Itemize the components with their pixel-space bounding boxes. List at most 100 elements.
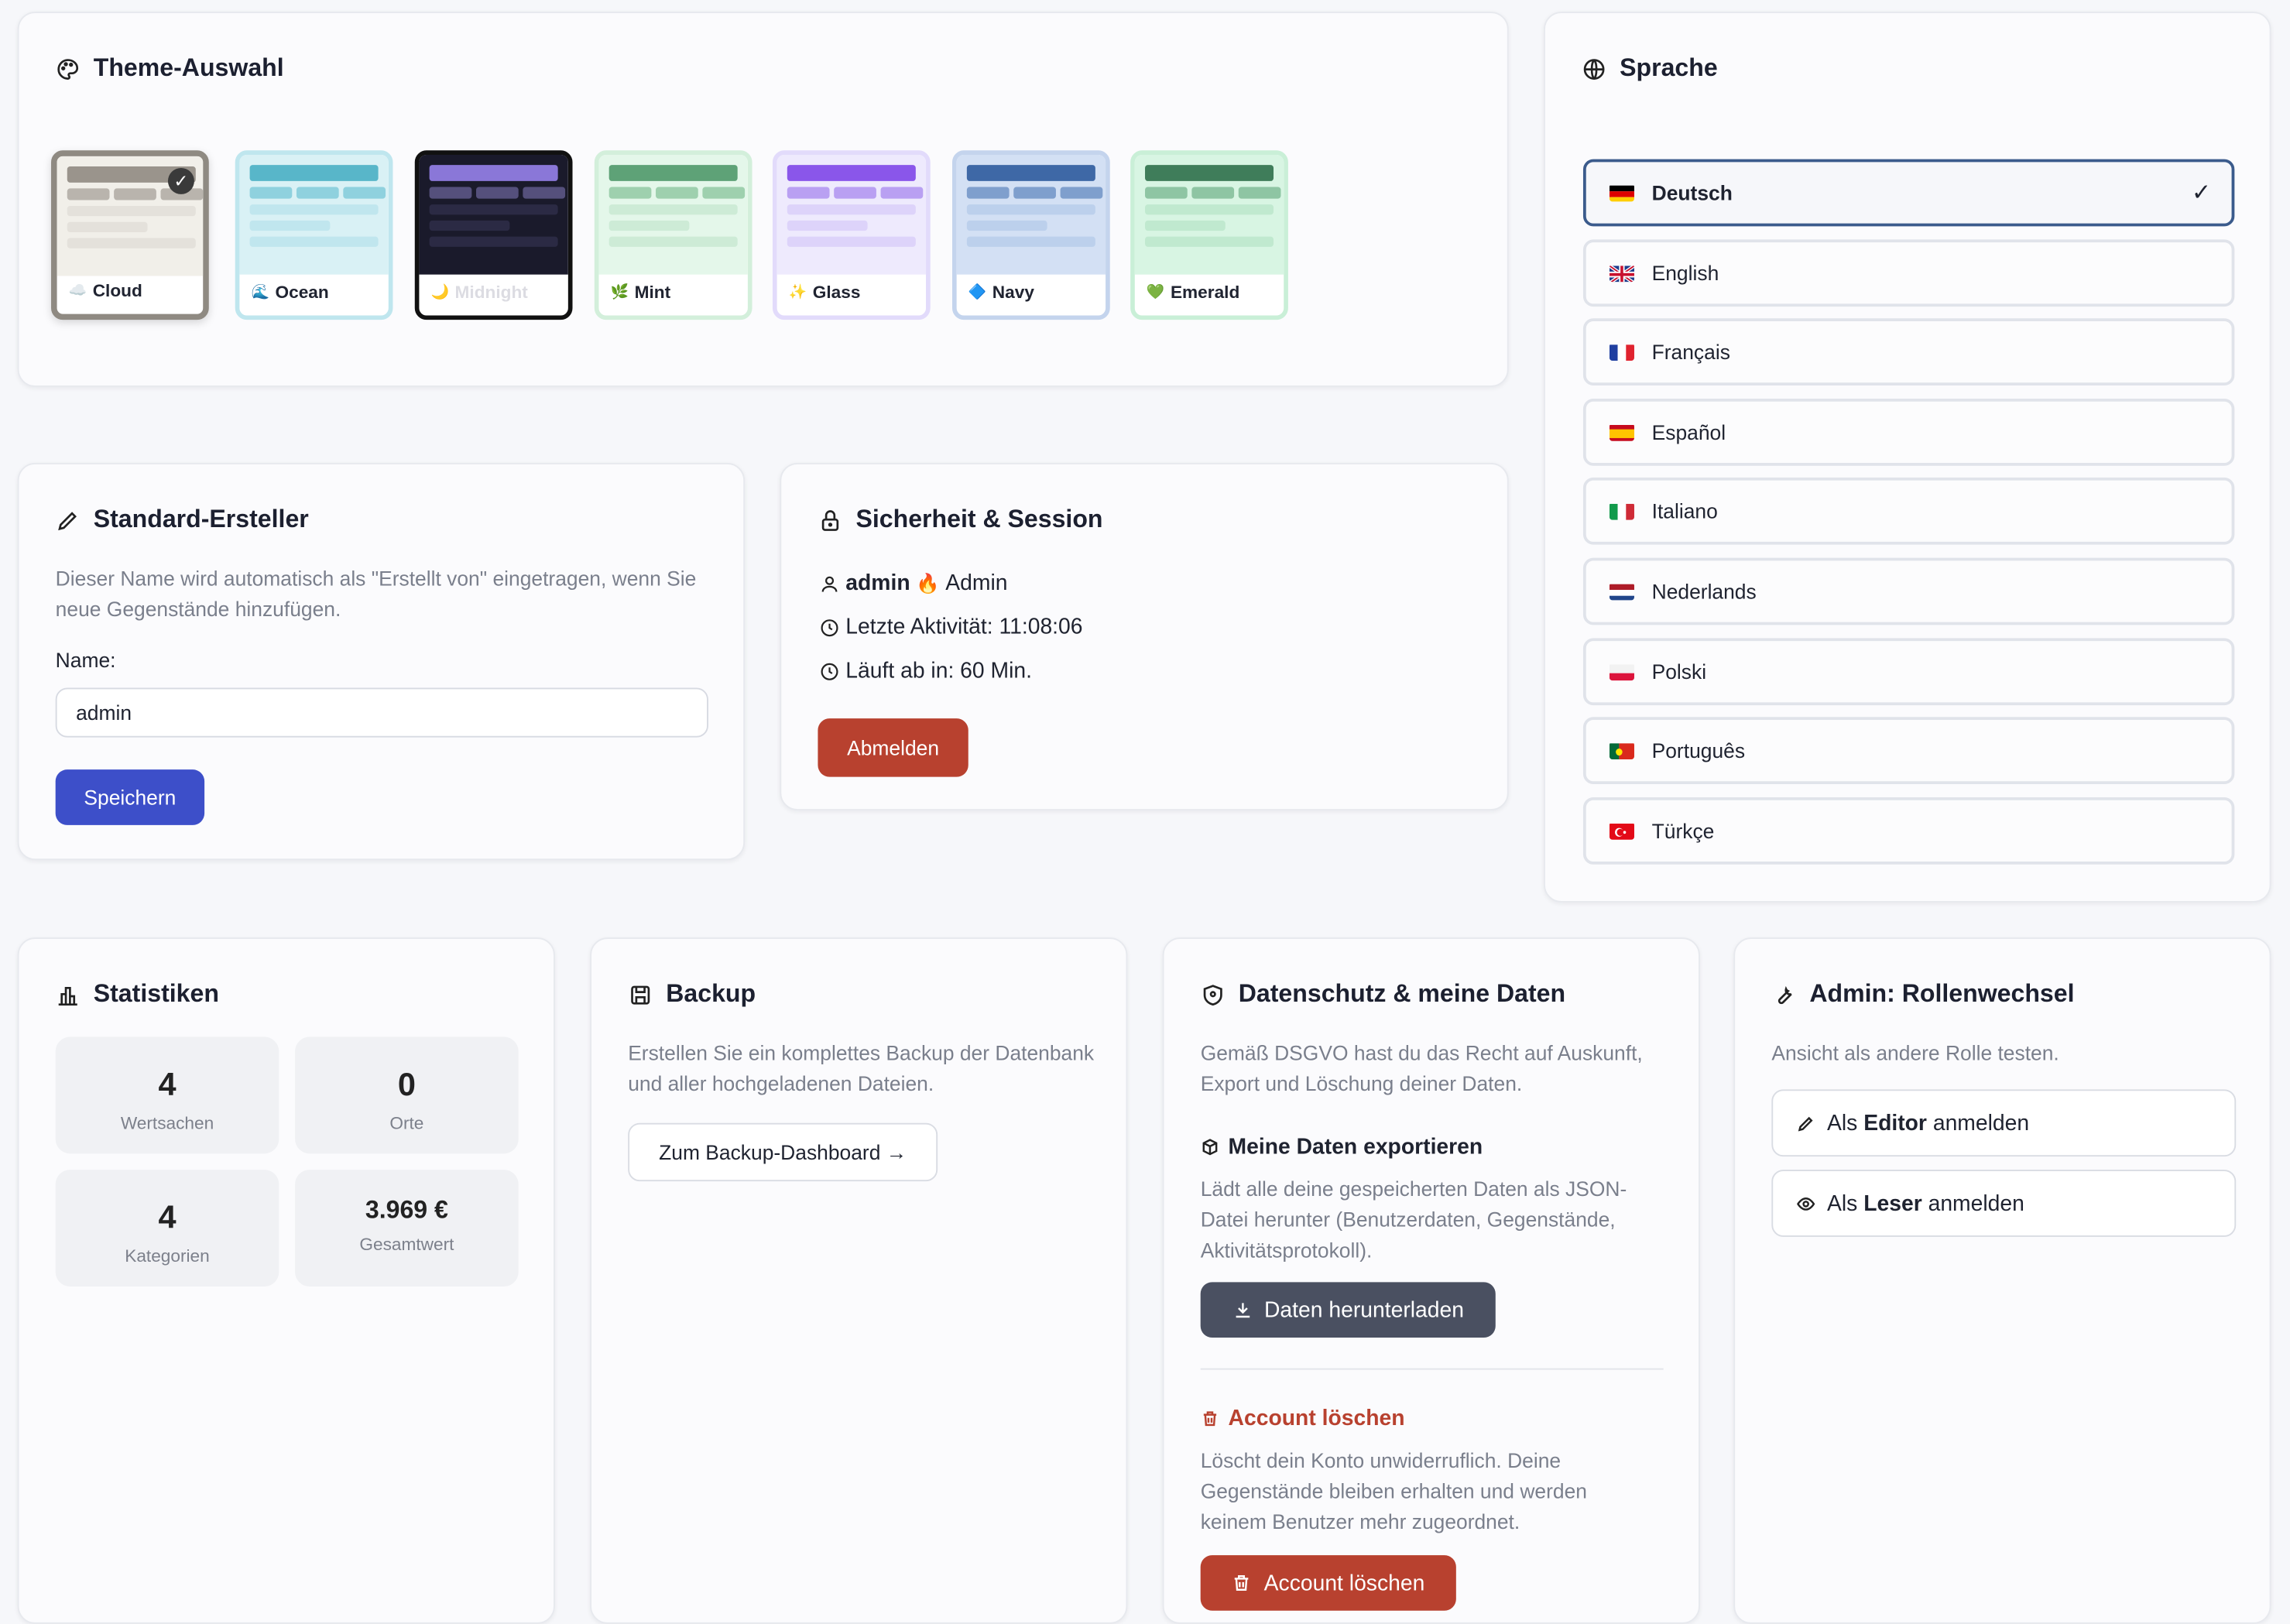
role-emoji: 🔥 [916,571,940,594]
preview-bar [608,165,738,181]
delete-account-button[interactable]: Account löschen [1200,1555,1456,1611]
theme-name: Glass [812,282,861,303]
expires-row: Läuft ab in: 60 Min. [819,659,1032,684]
theme-option-emerald[interactable]: 💚 Emerald [1130,150,1288,320]
download-label: Daten herunterladen [1263,1297,1464,1323]
flag-nl-icon [1609,583,1634,601]
flag-fr-icon [1609,344,1634,361]
download-icon [1232,1300,1252,1320]
delete-label: Account löschen [1263,1570,1425,1596]
editor-label: Als Editor anmelden [1827,1111,2029,1136]
theme-emoji: 🌙 [430,283,450,300]
backup-dashboard-button[interactable]: Zum Backup-Dashboard → [628,1122,938,1182]
theme-name: Midnight [454,282,528,303]
stat-kategorien: 4 Kategorien [55,1170,279,1287]
export-description: Lädt alle deine gespeicherten Daten als … [1200,1177,1627,1262]
selected-check-icon: ✓ [167,167,194,194]
theme-option-cloud[interactable]: ☁️ Cloud ✓ [51,150,209,320]
preview-bar [1013,187,1056,199]
trash-icon [1232,1573,1252,1593]
eye-icon [1796,1194,1815,1213]
session-user-row: admin 🔥 Admin [819,570,1008,596]
theme-label: 🌿 Mint [611,282,671,302]
session-title: Sicherheit & Session [818,505,1103,535]
language-option-es[interactable]: Español [1582,398,2235,466]
preview-bar [475,187,519,199]
reader-label: Als Leser anmelden [1827,1191,2024,1215]
theme-emoji: 🌊 [251,283,269,300]
pencil-icon [1796,1113,1815,1132]
download-data-button[interactable]: Daten herunterladen [1200,1282,1496,1338]
theme-option-ocean[interactable]: 🌊 Ocean [235,150,393,320]
backup-description: Erstellen Sie ein komplettes Backup der … [628,1041,1095,1095]
name-input[interactable] [55,687,708,738]
preview-bar [702,187,746,199]
language-label: Italiano [1651,499,1718,524]
login-as-editor-button[interactable]: Als Editor anmelden [1771,1089,2237,1157]
preview-bar [966,187,1010,199]
chart-icon [56,982,81,1007]
language-option-gb[interactable]: English [1582,238,2235,307]
theme-name: Mint [634,282,671,303]
language-option-pt[interactable]: Português [1582,717,2235,785]
preview-bar [880,187,924,199]
language-label: Türkçe [1651,818,1715,843]
stat-value: 3.969 € [365,1196,448,1224]
preview-bar [608,204,738,215]
preview-bar [834,187,876,199]
preview-bar [429,204,558,215]
theme-option-navy[interactable]: 🔷 Navy [951,150,1110,320]
preview-bar [249,204,379,215]
theme-name: Ocean [275,282,329,303]
theme-label: ☁️ Cloud [69,280,142,300]
stat-label: Orte [389,1112,424,1133]
privacy-intro: Gemäß DSGVO hast du das Recht auf Auskun… [1200,1041,1643,1095]
creator-title: Standard-Ersteller [56,505,309,535]
clock-icon [819,617,839,637]
login-as-reader-button[interactable]: Als Leser anmelden [1771,1170,2237,1237]
language-option-pl[interactable]: Polski [1582,637,2235,705]
language-label: Deutsch [1651,180,1733,205]
preview-bar [114,188,156,200]
session-username: admin [845,570,910,596]
flag-es-icon [1609,423,1634,441]
stat-value: 0 [397,1066,416,1103]
theme-option-glass[interactable]: ✨ Glass [772,150,931,320]
language-option-de[interactable]: Deutsch ✓ [1582,159,2235,227]
pencil-icon [56,508,81,533]
role-title: Admin: Rollenwechsel [1771,979,2075,1009]
stat-orte: 0 Orte [295,1036,519,1154]
preview-bar [656,187,698,199]
theme-title: Theme-Auswahl [56,54,284,84]
theme-preview [1134,154,1284,275]
language-title: Sprache [1582,54,1718,84]
preview-bar [787,236,916,247]
language-option-nl[interactable]: Nederlands [1582,557,2235,625]
wrench-icon [1771,982,1796,1007]
preview-bar [249,220,331,231]
flag-tr-icon [1609,822,1634,840]
flag-it-icon [1609,503,1634,521]
theme-option-mint[interactable]: 🌿 Mint [594,150,752,320]
divider [1200,1368,1664,1370]
role-title-text: Admin: Rollenwechsel [1809,979,2075,1008]
stat-label: Gesamtwert [359,1234,454,1255]
backup-card: Backup Erstellen Sie ein komplettes Back… [590,937,1128,1624]
preview-bar [296,187,339,199]
theme-preview [776,154,927,275]
preview-bar [67,238,196,248]
preview-bar [966,204,1095,215]
theme-label: 🔷 Navy [968,282,1034,302]
language-option-tr[interactable]: Türkçe [1582,797,2235,865]
editor-bold: Editor [1863,1110,1927,1136]
theme-option-midnight[interactable]: 🌙 Midnight [414,150,573,320]
lock-icon [818,508,842,533]
logout-button[interactable]: Abmelden [818,718,968,777]
language-option-fr[interactable]: Français [1582,318,2235,386]
language-option-it[interactable]: Italiano [1582,478,2235,546]
last-activity-row: Letzte Aktivität: 11:08:06 [819,615,1083,639]
flag-gb-icon [1609,263,1634,282]
save-button[interactable]: Speichern [55,769,205,825]
check-icon: ✓ [2191,180,2212,206]
reader-bold: Leser [1863,1191,1922,1216]
